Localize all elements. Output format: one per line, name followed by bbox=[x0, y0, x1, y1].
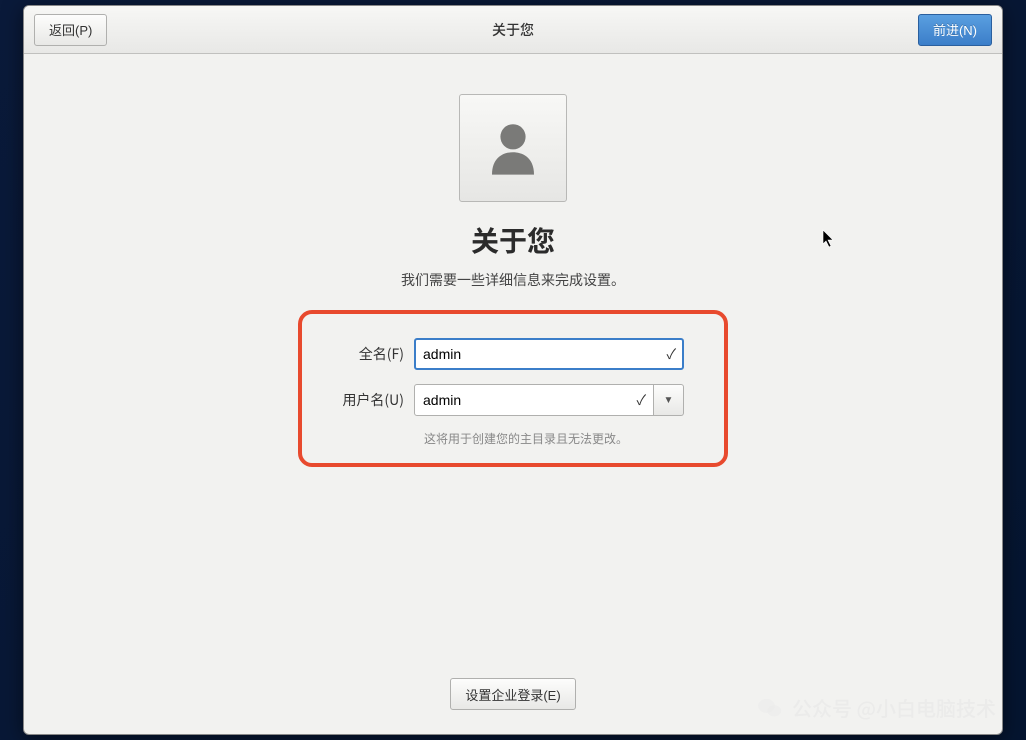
page-headline: 关于您 bbox=[471, 220, 555, 260]
content-area: 关于您 我们需要一些详细信息来完成设置。 全名(F) ✓ 用户名(U) ✓ bbox=[24, 54, 1002, 662]
cursor-icon bbox=[821, 229, 839, 254]
avatar-picker[interactable] bbox=[459, 94, 567, 202]
fullname-row: 全名(F) ✓ bbox=[332, 338, 684, 370]
username-hint: 这将用于创建您的主目录且无法更改。 bbox=[424, 430, 684, 447]
username-label: 用户名(U) bbox=[332, 390, 414, 410]
form-highlight-box: 全名(F) ✓ 用户名(U) ✓ ▼ 这将用于创建 bbox=[298, 310, 728, 467]
username-dropdown-button[interactable]: ▼ bbox=[654, 384, 684, 416]
username-row: 用户名(U) ✓ ▼ bbox=[332, 384, 684, 416]
page-subhead: 我们需要一些详细信息来完成设置。 bbox=[401, 270, 625, 290]
enterprise-login-button[interactable]: 设置企业登录(E) bbox=[450, 678, 575, 710]
username-input[interactable] bbox=[414, 384, 654, 416]
chevron-down-icon: ▼ bbox=[664, 395, 674, 406]
user-icon bbox=[478, 113, 548, 183]
setup-window: 返回(P) 关于您 前进(N) 关于您 我们需要一些详细信息来完成设置。 全名(… bbox=[23, 5, 1003, 735]
back-button[interactable]: 返回(P) bbox=[34, 14, 107, 46]
titlebar: 返回(P) 关于您 前进(N) bbox=[24, 6, 1002, 54]
footer: 设置企业登录(E) bbox=[24, 662, 1002, 734]
fullname-label: 全名(F) bbox=[332, 344, 414, 364]
forward-button[interactable]: 前进(N) bbox=[918, 14, 992, 46]
window-title: 关于您 bbox=[492, 20, 534, 40]
fullname-input[interactable] bbox=[414, 338, 684, 370]
